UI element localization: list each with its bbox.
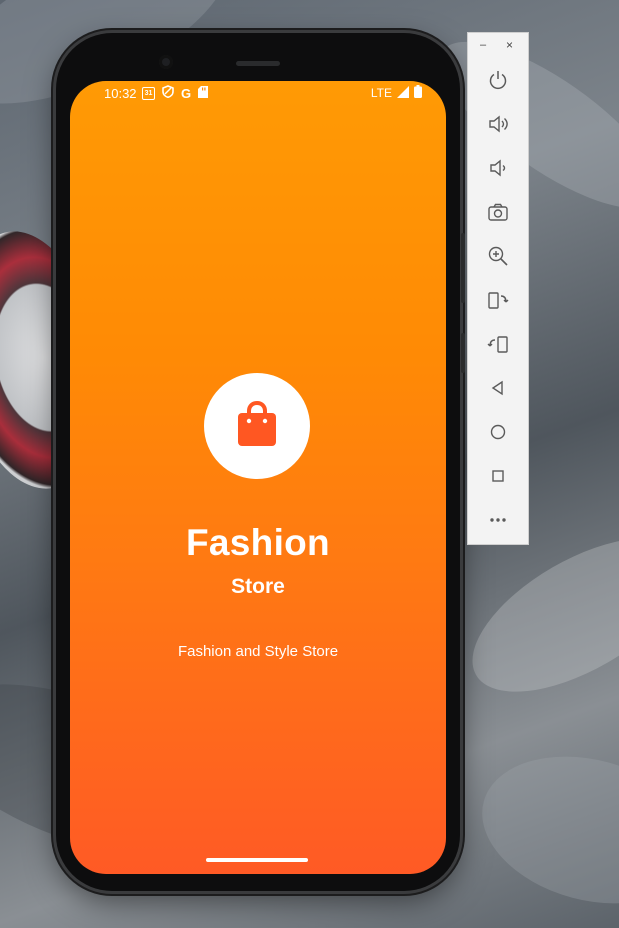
app-screen[interactable]: 10:32 31 G LTE Fashion Store Fashion and… <box>70 81 446 874</box>
battery-icon <box>414 85 422 101</box>
back-button[interactable] <box>484 374 512 402</box>
power-button[interactable] <box>484 66 512 94</box>
app-logo <box>204 373 310 479</box>
status-time: 10:32 <box>104 86 137 101</box>
home-button[interactable] <box>484 418 512 446</box>
rotate-left-button[interactable] <box>484 286 512 314</box>
volume-up-icon <box>489 115 508 133</box>
app-title: Fashion <box>186 522 330 563</box>
minimize-button[interactable]: – <box>480 39 486 51</box>
earpiece <box>236 61 280 66</box>
phone-frame: 10:32 31 G LTE Fashion Store Fashion and… <box>56 33 465 891</box>
rotate-right-icon <box>487 336 508 353</box>
rotate-left-icon <box>488 292 509 309</box>
app-tagline: Fashion and Style Store <box>177 643 339 660</box>
more-button[interactable] <box>484 506 512 534</box>
sd-card-icon <box>198 85 209 101</box>
status-bar: 10:32 31 G LTE <box>70 81 446 107</box>
zoom-icon <box>488 246 508 266</box>
back-icon <box>491 380 503 396</box>
volume-down-icon <box>490 159 506 177</box>
screenshot-button[interactable] <box>484 198 512 226</box>
overview-icon <box>492 470 504 482</box>
network-type: LTE <box>370 86 392 100</box>
more-icon <box>490 518 506 522</box>
shield-icon <box>162 85 174 101</box>
google-icon: G <box>181 85 192 101</box>
rotate-right-button[interactable] <box>484 330 512 358</box>
signal-icon <box>397 85 409 101</box>
volume-down-button[interactable] <box>484 154 512 182</box>
gesture-home-bar[interactable] <box>206 858 308 862</box>
close-button[interactable]: × <box>506 38 513 52</box>
shopping-bag-icon <box>237 400 277 452</box>
calendar-icon: 31 <box>142 86 155 100</box>
camera-icon <box>488 203 508 221</box>
zoom-button[interactable] <box>484 242 512 270</box>
emulator-toolbar: – × <box>467 32 529 545</box>
overview-button[interactable] <box>484 462 512 490</box>
volume-up-button[interactable] <box>484 110 512 138</box>
home-icon <box>490 424 506 440</box>
front-camera <box>159 55 173 69</box>
power-icon <box>489 71 507 90</box>
app-subtitle: Store <box>231 575 285 598</box>
